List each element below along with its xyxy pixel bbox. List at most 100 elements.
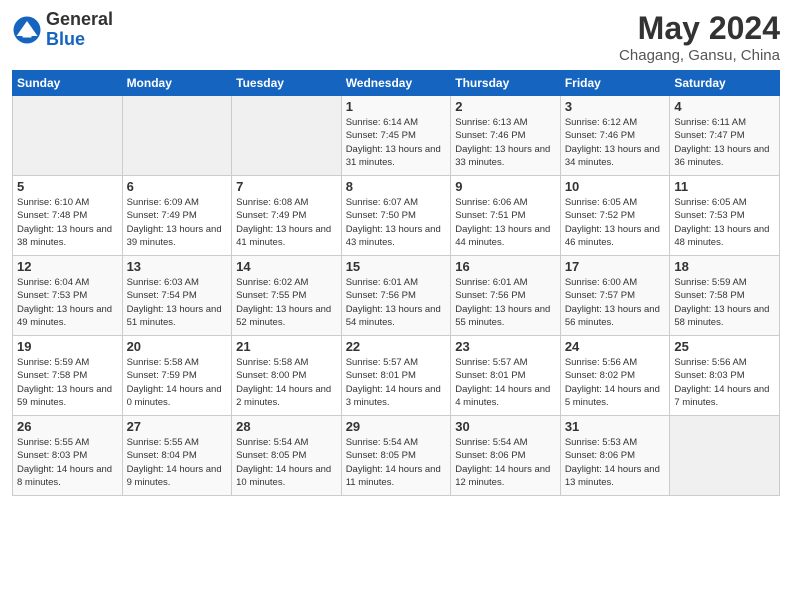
header-row: Sunday Monday Tuesday Wednesday Thursday…	[13, 71, 780, 96]
day-info: Sunrise: 5:59 AM Sunset: 7:58 PM Dayligh…	[674, 276, 775, 329]
calendar-header: Sunday Monday Tuesday Wednesday Thursday…	[13, 71, 780, 96]
col-tuesday: Tuesday	[232, 71, 342, 96]
calendar-cell: 23 Sunrise: 5:57 AM Sunset: 8:01 PM Dayli…	[451, 336, 561, 416]
day-info: Sunrise: 6:12 AM Sunset: 7:46 PM Dayligh…	[565, 116, 666, 169]
calendar-cell: 2 Sunrise: 6:13 AM Sunset: 7:46 PM Daylig…	[451, 96, 561, 176]
page-container: General Blue May 2024 Chagang, Gansu, Ch…	[0, 0, 792, 504]
day-number: 18	[674, 259, 775, 274]
calendar-week-2: 5Sunrise: 6:10 AM Sunset: 7:48 PM Daylig…	[13, 176, 780, 256]
calendar-cell: 24Sunrise: 5:56 AM Sunset: 8:02 PM Dayli…	[560, 336, 670, 416]
day-number: 4	[674, 99, 775, 114]
day-number: 23	[455, 339, 556, 354]
day-info: Sunrise: 5:56 AM Sunset: 8:03 PM Dayligh…	[674, 356, 775, 409]
day-number: 2	[455, 99, 556, 114]
day-info: Sunrise: 5:57 AM Sunset: 8:01 PM Dayligh…	[455, 356, 556, 409]
day-number: 31	[565, 419, 666, 434]
day-number: 12	[17, 259, 118, 274]
calendar-cell: 4Sunrise: 6:11 AM Sunset: 7:47 PM Daylig…	[670, 96, 780, 176]
logo: General Blue	[12, 10, 113, 50]
col-thursday: Thursday	[451, 71, 561, 96]
day-info: Sunrise: 5:58 AM Sunset: 8:00 PM Dayligh…	[236, 356, 337, 409]
calendar-cell	[670, 416, 780, 496]
day-number: 15	[346, 259, 447, 274]
calendar-week-4: 19 Sunrise: 5:59 AM Sunset: 7:58 PM Dayli…	[13, 336, 780, 416]
calendar-table: Sunday Monday Tuesday Wednesday Thursday…	[12, 70, 780, 496]
calendar-cell: 29Sunrise: 5:54 AM Sunset: 8:05 PM Dayli…	[341, 416, 451, 496]
calendar-cell: 17 Sunrise: 6:00 AM Sunset: 7:57 PM Dayli…	[560, 256, 670, 336]
day-info: Sunrise: 5:55 AM Sunset: 8:04 PM Dayligh…	[127, 436, 228, 489]
title-block: May 2024 Chagang, Gansu, China	[619, 10, 780, 64]
day-info: Sunrise: 5:54 AM Sunset: 8:06 PM Dayligh…	[455, 436, 556, 489]
day-info: Sunrise: 6:01 AM Sunset: 7:56 PM Dayligh…	[455, 276, 556, 329]
logo-icon	[12, 15, 42, 45]
day-number: 29	[346, 419, 447, 434]
calendar-cell: 9 Sunrise: 6:06 AM Sunset: 7:51 PM Daylig…	[451, 176, 561, 256]
day-info: Sunrise: 6:00 AM Sunset: 7:57 PM Dayligh…	[565, 276, 666, 329]
day-number: 14	[236, 259, 337, 274]
day-info: Sunrise: 6:13 AM Sunset: 7:46 PM Dayligh…	[455, 116, 556, 169]
day-info: Sunrise: 5:55 AM Sunset: 8:03 PM Dayligh…	[17, 436, 118, 489]
day-number: 9	[455, 179, 556, 194]
day-info: Sunrise: 6:06 AM Sunset: 7:51 PM Dayligh…	[455, 196, 556, 249]
col-monday: Monday	[122, 71, 232, 96]
day-info: Sunrise: 6:08 AM Sunset: 7:49 PM Dayligh…	[236, 196, 337, 249]
day-number: 16	[455, 259, 556, 274]
day-number: 25	[674, 339, 775, 354]
calendar-cell: 13 Sunrise: 6:03 AM Sunset: 7:54 PM Dayli…	[122, 256, 232, 336]
day-number: 19	[17, 339, 118, 354]
calendar-cell: 18 Sunrise: 5:59 AM Sunset: 7:58 PM Dayli…	[670, 256, 780, 336]
day-number: 24	[565, 339, 666, 354]
calendar-cell	[13, 96, 123, 176]
day-number: 27	[127, 419, 228, 434]
calendar-cell: 28Sunrise: 5:54 AM Sunset: 8:05 PM Dayli…	[232, 416, 342, 496]
day-number: 21	[236, 339, 337, 354]
calendar-cell	[122, 96, 232, 176]
day-info: Sunrise: 5:57 AM Sunset: 8:01 PM Dayligh…	[346, 356, 447, 409]
calendar-cell: 21 Sunrise: 5:58 AM Sunset: 8:00 PM Dayli…	[232, 336, 342, 416]
day-number: 13	[127, 259, 228, 274]
calendar-cell: 1 Sunrise: 6:14 AM Sunset: 7:45 PM Daylig…	[341, 96, 451, 176]
day-info: Sunrise: 5:58 AM Sunset: 7:59 PM Dayligh…	[127, 356, 228, 409]
calendar-cell: 20Sunrise: 5:58 AM Sunset: 7:59 PM Dayli…	[122, 336, 232, 416]
calendar-cell: 15 Sunrise: 6:01 AM Sunset: 7:56 PM Dayli…	[341, 256, 451, 336]
day-number: 22	[346, 339, 447, 354]
calendar-cell: 12 Sunrise: 6:04 AM Sunset: 7:53 PM Dayli…	[13, 256, 123, 336]
day-info: Sunrise: 6:14 AM Sunset: 7:45 PM Dayligh…	[346, 116, 447, 169]
col-friday: Friday	[560, 71, 670, 96]
day-info: Sunrise: 6:01 AM Sunset: 7:56 PM Dayligh…	[346, 276, 447, 329]
day-info: Sunrise: 5:59 AM Sunset: 7:58 PM Dayligh…	[17, 356, 118, 409]
calendar-cell: 5Sunrise: 6:10 AM Sunset: 7:48 PM Daylig…	[13, 176, 123, 256]
day-number: 8	[346, 179, 447, 194]
calendar-cell: 27 Sunrise: 5:55 AM Sunset: 8:04 PM Dayli…	[122, 416, 232, 496]
col-wednesday: Wednesday	[341, 71, 451, 96]
calendar-cell	[232, 96, 342, 176]
logo-general: General	[46, 10, 113, 30]
calendar-body: 1 Sunrise: 6:14 AM Sunset: 7:45 PM Daylig…	[13, 96, 780, 496]
day-number: 17	[565, 259, 666, 274]
day-number: 6	[127, 179, 228, 194]
calendar-cell: 8 Sunrise: 6:07 AM Sunset: 7:50 PM Daylig…	[341, 176, 451, 256]
day-number: 26	[17, 419, 118, 434]
calendar-cell: 10Sunrise: 6:05 AM Sunset: 7:52 PM Dayli…	[560, 176, 670, 256]
day-info: Sunrise: 6:07 AM Sunset: 7:50 PM Dayligh…	[346, 196, 447, 249]
day-info: Sunrise: 6:10 AM Sunset: 7:48 PM Dayligh…	[17, 196, 118, 249]
day-info: Sunrise: 6:09 AM Sunset: 7:49 PM Dayligh…	[127, 196, 228, 249]
day-info: Sunrise: 6:03 AM Sunset: 7:54 PM Dayligh…	[127, 276, 228, 329]
calendar-cell: 14Sunrise: 6:02 AM Sunset: 7:55 PM Dayli…	[232, 256, 342, 336]
calendar-cell: 22 Sunrise: 5:57 AM Sunset: 8:01 PM Dayli…	[341, 336, 451, 416]
day-number: 30	[455, 419, 556, 434]
day-info: Sunrise: 5:54 AM Sunset: 8:05 PM Dayligh…	[236, 436, 337, 489]
calendar-week-1: 1 Sunrise: 6:14 AM Sunset: 7:45 PM Daylig…	[13, 96, 780, 176]
calendar-cell: 11 Sunrise: 6:05 AM Sunset: 7:53 PM Dayli…	[670, 176, 780, 256]
calendar-cell: 30 Sunrise: 5:54 AM Sunset: 8:06 PM Dayli…	[451, 416, 561, 496]
calendar-cell: 16 Sunrise: 6:01 AM Sunset: 7:56 PM Dayli…	[451, 256, 561, 336]
day-number: 1	[346, 99, 447, 114]
day-info: Sunrise: 6:05 AM Sunset: 7:53 PM Dayligh…	[674, 196, 775, 249]
logo-blue-text: Blue	[46, 30, 113, 50]
day-number: 11	[674, 179, 775, 194]
day-number: 3	[565, 99, 666, 114]
day-number: 7	[236, 179, 337, 194]
day-number: 10	[565, 179, 666, 194]
day-info: Sunrise: 6:04 AM Sunset: 7:53 PM Dayligh…	[17, 276, 118, 329]
location: Chagang, Gansu, China	[619, 47, 780, 64]
